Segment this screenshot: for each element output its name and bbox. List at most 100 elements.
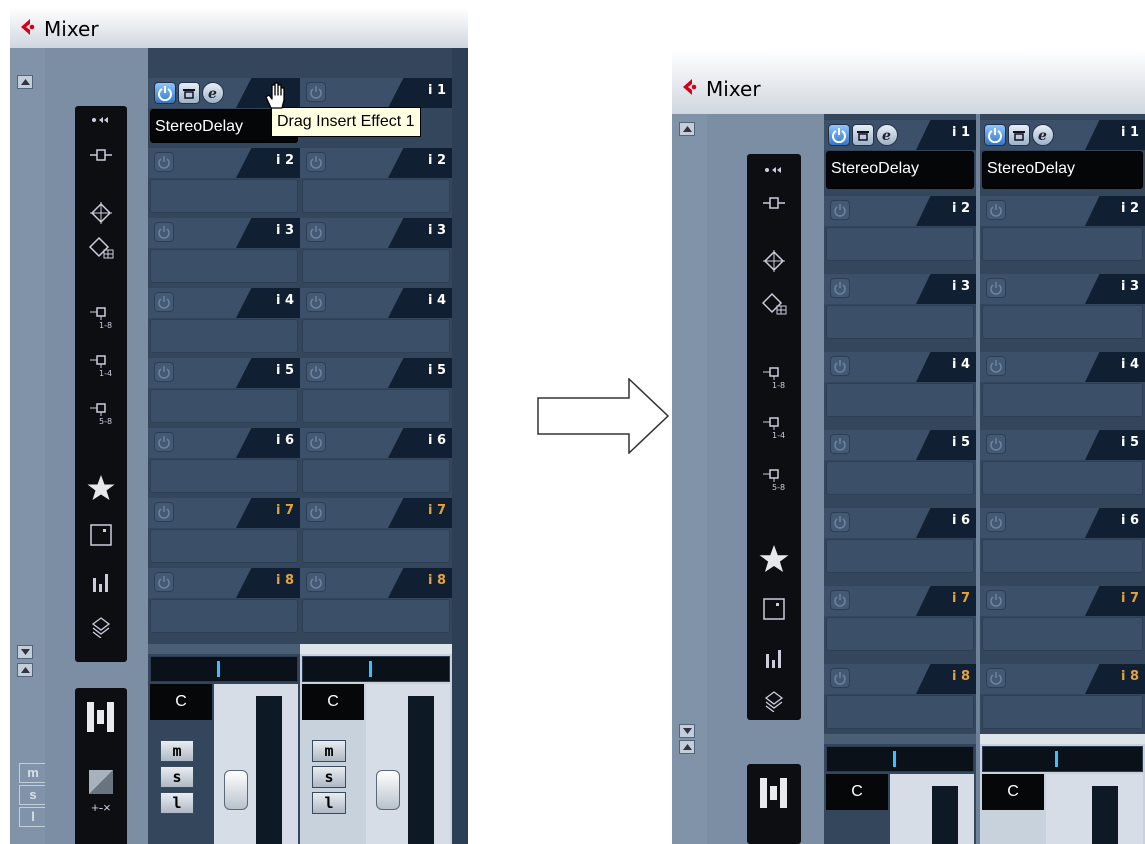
power-icon[interactable] — [986, 200, 1006, 220]
power-icon[interactable] — [154, 152, 174, 172]
power-icon[interactable] — [830, 200, 850, 220]
narrow-view-icon[interactable] — [75, 768, 127, 796]
insert-effect-field[interactable] — [982, 461, 1143, 495]
inserts-icon[interactable] — [75, 202, 127, 224]
bypass-button[interactable] — [984, 124, 1006, 146]
insert-slot-2[interactable]: i 2 — [300, 148, 452, 216]
insert-slot-8[interactable]: i 8 — [824, 664, 976, 732]
wide-view-icon[interactable] — [747, 776, 801, 810]
insert-slot-5[interactable]: i 5 — [824, 430, 976, 498]
side-button-m[interactable]: m — [19, 763, 47, 783]
power-icon[interactable] — [830, 512, 850, 532]
inserts-icon[interactable] — [747, 250, 801, 272]
power-icon[interactable] — [986, 590, 1006, 610]
insert-slot-7[interactable]: i 7 — [148, 498, 300, 566]
power-icon[interactable] — [154, 222, 174, 242]
power-icon[interactable] — [306, 152, 326, 172]
insert-slot-8[interactable]: i 8 — [980, 664, 1145, 732]
side-button-l[interactable]: l — [19, 807, 47, 827]
insert-slot-3[interactable]: i 3 — [300, 218, 452, 286]
power-icon[interactable] — [306, 502, 326, 522]
power-icon[interactable] — [830, 668, 850, 688]
insert-effect-field[interactable] — [150, 179, 298, 213]
power-icon[interactable] — [306, 82, 326, 102]
insert-slot-6[interactable]: i 6 — [148, 428, 300, 496]
insert-slot-8[interactable]: i 8 — [300, 568, 452, 636]
insert-effect-field[interactable] — [982, 305, 1143, 339]
listen-button[interactable]: l — [312, 792, 346, 814]
star-icon[interactable] — [75, 474, 127, 502]
insert-slot-6[interactable]: i 6 — [300, 428, 452, 496]
insert-effect-field[interactable] — [982, 227, 1143, 261]
fader-knob[interactable] — [224, 770, 248, 810]
pan-slider[interactable] — [150, 656, 298, 682]
routing-icon[interactable] — [747, 196, 801, 210]
insert-slot-7[interactable]: i 7 — [980, 586, 1145, 654]
stack-icon[interactable] — [747, 690, 801, 712]
insert-slot-6[interactable]: i 6 — [980, 508, 1145, 576]
insert-slot-1[interactable]: i 1 e StereoDelay — [824, 120, 976, 189]
scroll-down-button[interactable] — [17, 645, 33, 659]
insert-effect-field[interactable] — [826, 461, 974, 495]
power-icon[interactable] — [154, 362, 174, 382]
title-bar[interactable]: Mixer — [672, 50, 1145, 115]
scroll-up-button[interactable] — [679, 122, 695, 136]
insert-effect-field[interactable] — [826, 305, 974, 339]
insert-effect-field[interactable] — [302, 249, 450, 283]
insert-effect-field[interactable] — [982, 617, 1143, 651]
deactivate-button[interactable] — [178, 82, 200, 104]
power-icon[interactable] — [830, 590, 850, 610]
insert-effect-field[interactable] — [302, 319, 450, 353]
insert-effect-field[interactable] — [302, 179, 450, 213]
meter-icon[interactable] — [747, 648, 801, 670]
edit-button[interactable]: e — [1032, 124, 1054, 146]
scroll-up-button-2[interactable] — [679, 740, 695, 754]
power-icon[interactable] — [154, 502, 174, 522]
insert-slot-4[interactable]: i 4 — [300, 288, 452, 356]
power-icon[interactable] — [306, 572, 326, 592]
insert-slot-7[interactable]: i 7 — [300, 498, 452, 566]
bypass-button[interactable] — [154, 82, 176, 104]
edit-button[interactable]: e — [876, 124, 898, 146]
insert-effect-field[interactable] — [150, 459, 298, 493]
panel-icon[interactable] — [747, 598, 801, 620]
sends-5-8-icon[interactable]: 5-8 — [75, 402, 127, 426]
view-options-icon[interactable] — [747, 166, 801, 174]
power-icon[interactable] — [306, 432, 326, 452]
insert-slot-2[interactable]: i 2 — [980, 196, 1145, 264]
wide-view-icon[interactable] — [75, 700, 127, 734]
scroll-down-button[interactable] — [679, 724, 695, 738]
pan-slider[interactable] — [302, 656, 450, 682]
insert-effect-field[interactable] — [826, 695, 974, 729]
fader-knob[interactable] — [376, 770, 400, 810]
insert-effect-field[interactable] — [302, 459, 450, 493]
insert-slot-3[interactable]: i 3 — [824, 274, 976, 342]
insert-effect-field[interactable] — [150, 389, 298, 423]
insert-slot-2[interactable]: i 2 — [824, 196, 976, 264]
insert-slot-4[interactable]: i 4 — [148, 288, 300, 356]
eq-icon[interactable] — [747, 292, 801, 316]
insert-slot-3[interactable]: i 3 — [980, 274, 1145, 342]
solo-button[interactable]: s — [312, 766, 346, 788]
insert-slot-4[interactable]: i 4 — [824, 352, 976, 420]
edit-button[interactable]: e — [202, 82, 224, 104]
sends-5-8-icon[interactable]: 5-8 — [747, 468, 801, 492]
sends-1-8-icon[interactable]: 1-8 — [75, 306, 127, 330]
insert-effect-field[interactable] — [150, 529, 298, 563]
power-icon[interactable] — [306, 292, 326, 312]
routing-icon[interactable] — [75, 148, 127, 162]
insert-effect-field[interactable] — [982, 695, 1143, 729]
power-icon[interactable] — [986, 668, 1006, 688]
insert-slot-2[interactable]: i 2 — [148, 148, 300, 216]
power-icon[interactable] — [830, 278, 850, 298]
mute-button[interactable]: m — [160, 740, 194, 762]
insert-effect-field[interactable]: StereoDelay — [826, 151, 974, 189]
solo-button[interactable]: s — [160, 766, 194, 788]
insert-slot-4[interactable]: i 4 — [980, 352, 1145, 420]
power-icon[interactable] — [830, 434, 850, 454]
insert-slot-3[interactable]: i 3 — [148, 218, 300, 286]
scroll-up-button-2[interactable] — [17, 663, 33, 677]
power-icon[interactable] — [986, 278, 1006, 298]
deactivate-button[interactable] — [1008, 124, 1030, 146]
meter-icon[interactable] — [75, 572, 127, 594]
